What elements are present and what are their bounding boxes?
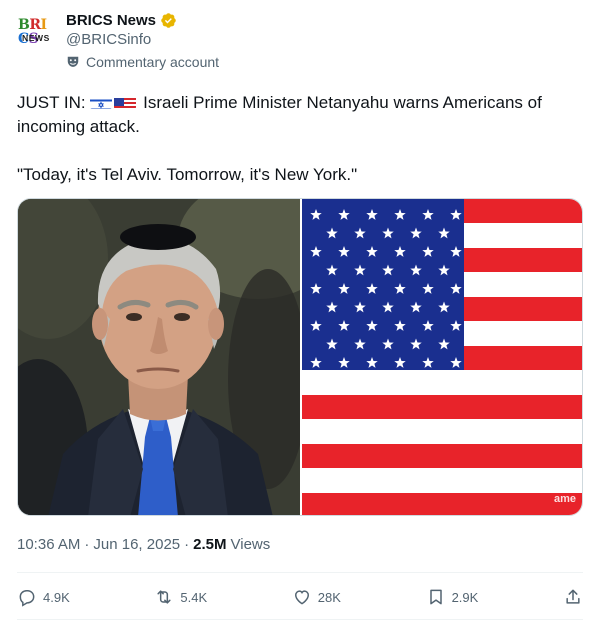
avatar-letter: B <box>18 17 30 33</box>
avatar-letter: R <box>29 17 41 33</box>
repost-count: 5.4K <box>180 589 208 605</box>
just-in-prefix: JUST IN: <box>17 93 86 112</box>
meta-separator: · <box>84 536 90 553</box>
netanyahu-illustration <box>18 199 300 515</box>
tweet-meta: 10:36 AM · Jun 16, 2025 · 2.5M Views <box>17 536 270 553</box>
account-label[interactable]: Commentary account <box>66 54 219 70</box>
israel-flag-icon <box>90 95 113 109</box>
author-handle[interactable]: @BRICSinfo <box>66 31 151 48</box>
reply-button[interactable]: 4.9K <box>17 587 70 607</box>
meta-separator: · <box>184 536 190 553</box>
avatar-logo-bottom: NEWS <box>22 33 50 43</box>
repost-button[interactable]: 5.4K <box>154 587 207 607</box>
views-count[interactable]: 2.5M <box>193 536 226 553</box>
account-label-text: Commentary account <box>86 54 220 70</box>
like-count: 28K <box>317 589 341 605</box>
tweet-text: JUST IN: Israeli Prime Minister Netanyah… <box>17 91 587 187</box>
theater-mask-icon <box>66 55 80 69</box>
reply-count: 4.9K <box>43 589 70 605</box>
action-bar: 4.9K 5.4K 28K 2.9K <box>17 583 583 611</box>
share-button[interactable] <box>563 587 583 607</box>
media-container[interactable]: ame <box>17 198 583 516</box>
avatar-letter: I <box>40 17 47 33</box>
bookmark-icon <box>429 589 442 605</box>
tweet-line-1: JUST IN: Israeli Prime Minister Netanyah… <box>17 91 587 139</box>
reply-icon <box>19 590 35 607</box>
bookmark-count: 2.9K <box>451 589 479 605</box>
netanyahu-photo[interactable] <box>18 199 300 515</box>
tweet-time[interactable]: 10:36 AM <box>17 536 80 553</box>
us-flag-illustration <box>302 199 582 515</box>
like-button[interactable]: 28K <box>292 587 341 607</box>
us-flag-photo[interactable]: ame <box>302 199 582 515</box>
heart-icon <box>294 590 309 605</box>
repost-icon <box>157 590 171 604</box>
tweet-post: BRICS NEWS BRICS News @BRICSinfo Comment… <box>0 0 600 620</box>
author-name-row: BRICS News <box>66 10 177 30</box>
views-label: Views <box>230 536 271 553</box>
us-flag-icon <box>114 95 137 109</box>
avatar[interactable]: BRICS NEWS <box>16 12 56 52</box>
divider <box>17 572 583 573</box>
share-icon <box>566 589 580 604</box>
bookmark-button[interactable]: 2.9K <box>426 587 479 607</box>
media-watermark: ame <box>553 493 576 505</box>
author-display-name[interactable]: BRICS News <box>66 12 156 29</box>
tweet-date[interactable]: Jun 16, 2025 <box>93 536 180 553</box>
verified-badge-icon[interactable] <box>160 12 177 29</box>
tweet-line-2: "Today, it's Tel Aviv. Tomorrow, it's Ne… <box>17 165 358 184</box>
